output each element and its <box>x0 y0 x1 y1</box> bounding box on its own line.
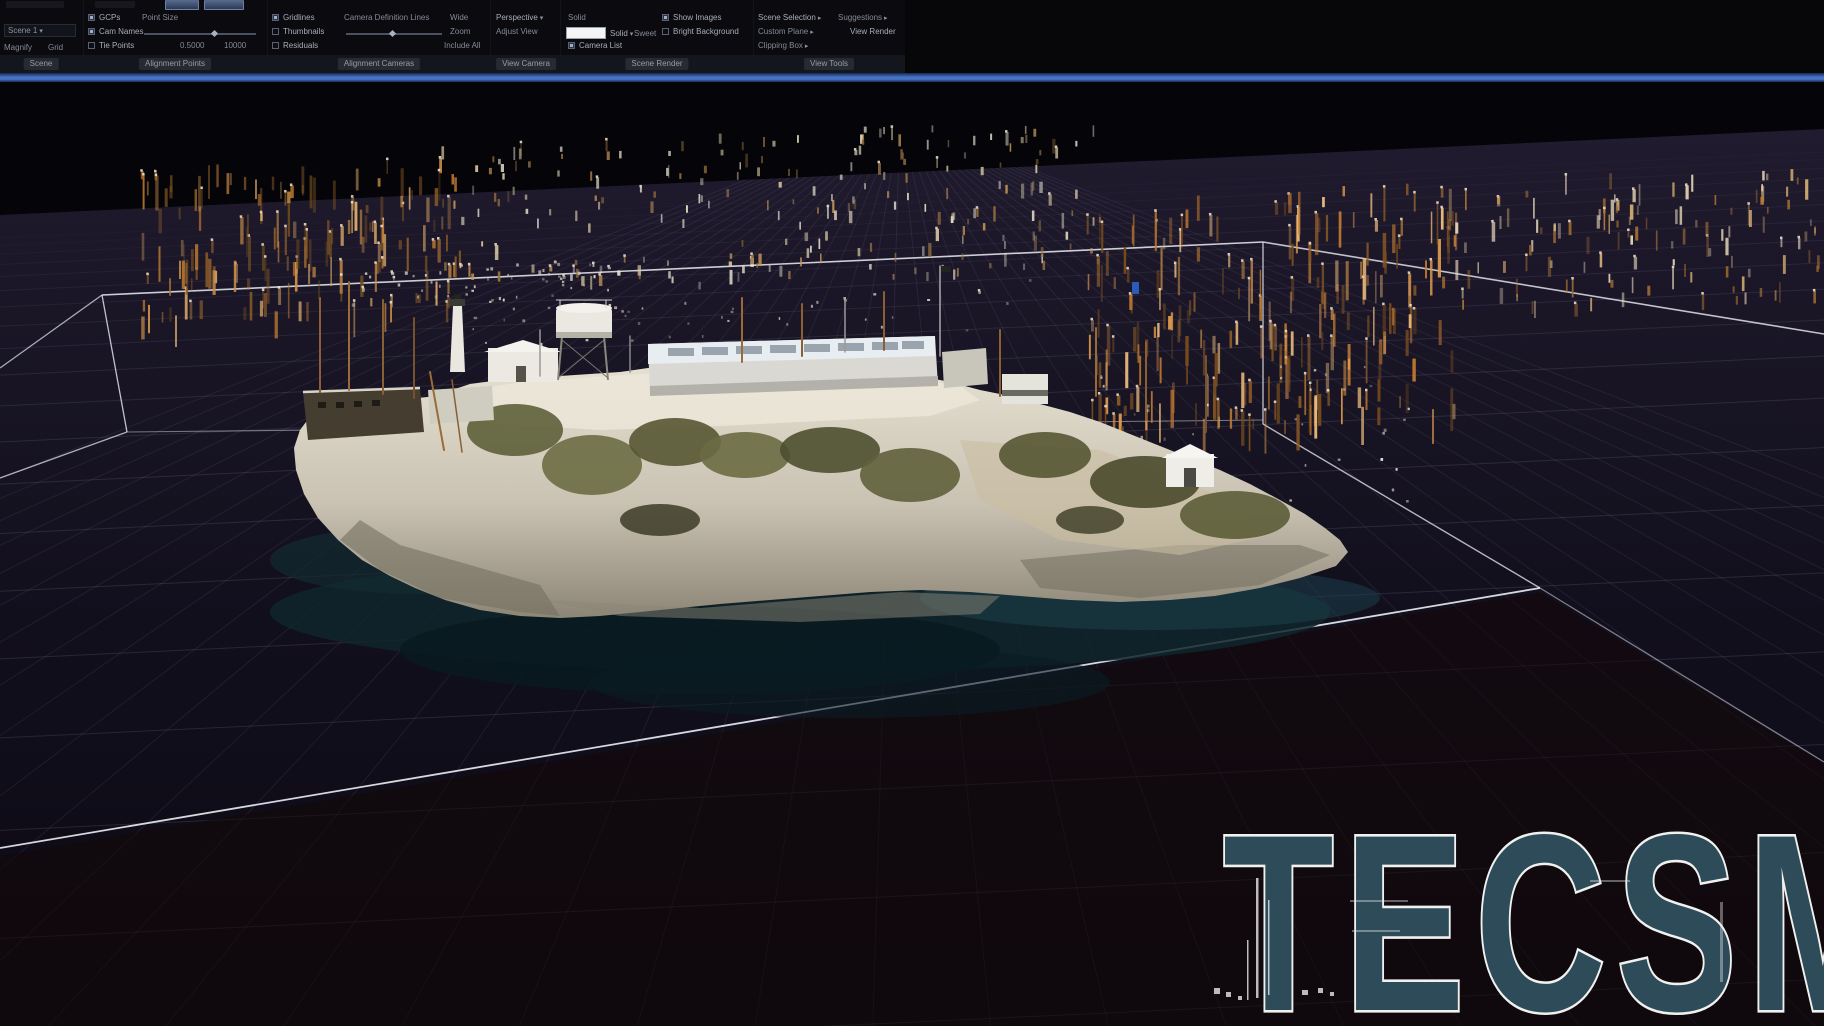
cellhouse-building <box>648 336 938 396</box>
scene-overlay: TECSM <box>0 0 1824 1026</box>
water-tower <box>556 300 612 380</box>
app-window: Scene 1▾ Magnify Grid GCPs Point Size Ca… <box>0 0 1824 1026</box>
lighthouse <box>450 294 465 372</box>
watermark: TECSM <box>1214 782 1824 1026</box>
viewport-3d[interactable]: TECSM <box>0 82 1824 1026</box>
watermark-text: TECSM <box>1223 782 1824 1026</box>
small-building <box>942 348 988 388</box>
barracks-building <box>303 388 424 440</box>
selected-camera-marker[interactable] <box>1132 282 1139 294</box>
right-white-building <box>1002 374 1048 404</box>
